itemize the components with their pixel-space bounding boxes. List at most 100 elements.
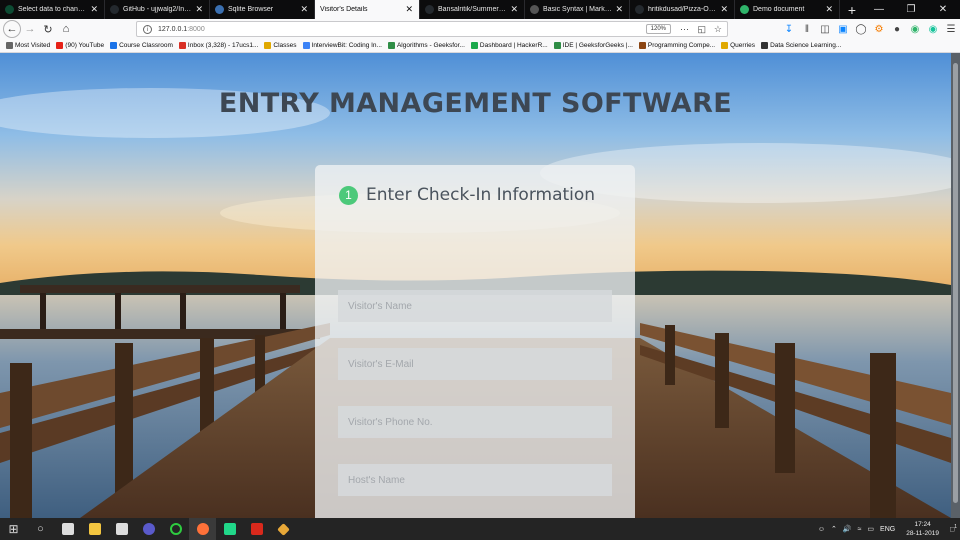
- gfg-icon: [553, 42, 561, 49]
- home-button[interactable]: ⌂: [57, 20, 75, 38]
- pocket-icon[interactable]: ◱: [697, 24, 706, 35]
- extension-icon[interactable]: ◉: [906, 24, 924, 35]
- bookmark-item[interactable]: Algorithms - Geeksfor...: [387, 42, 465, 49]
- tab-close-icon[interactable]: ✕: [300, 4, 308, 14]
- start-button[interactable]: ⊞: [0, 518, 27, 540]
- django-icon: [5, 5, 14, 14]
- clock[interactable]: 17:24 28-11-2019: [906, 520, 939, 538]
- tab-close-icon[interactable]: ✕: [720, 4, 728, 14]
- page-scrollbar[interactable]: [951, 53, 960, 518]
- volume-icon[interactable]: 🔊: [843, 525, 852, 533]
- people-icon[interactable]: ☺: [818, 526, 825, 533]
- sidebar-icon[interactable]: ◫: [816, 24, 834, 35]
- bookmark-item[interactable]: Querries: [721, 42, 755, 49]
- forward-button[interactable]: →: [21, 20, 39, 38]
- extension-icon[interactable]: ⚙: [870, 24, 888, 35]
- notification-center-icon[interactable]: □1: [950, 524, 957, 533]
- tab-label: Bansalritik/SummerGeeks: [438, 6, 508, 13]
- tab-strip: Select data to change | Djan✕GitHub - uj…: [0, 0, 960, 19]
- reload-button[interactable]: ↻: [39, 20, 57, 38]
- bookmark-label: Course Classroom: [119, 42, 173, 49]
- toolbar-icons: ↧ ‖ ◫ ▣ ◯ ⚙ ● ◉ ◉ ☰: [780, 19, 960, 39]
- file-explorer-icon[interactable]: [81, 518, 108, 540]
- clock-time: 17:24: [914, 521, 931, 528]
- bookmark-item[interactable]: InterviewBit: Coding In...: [302, 42, 382, 49]
- visitor-phone-input[interactable]: [338, 406, 612, 438]
- form-header: 1 Enter Check-In Information: [339, 185, 595, 205]
- tab-close-icon[interactable]: ✕: [615, 4, 623, 14]
- browser-tab[interactable]: Bansalritik/SummerGeeks✕: [420, 0, 525, 19]
- browser-tab[interactable]: Select data to change | Djan✕: [0, 0, 105, 19]
- zoom-level-button[interactable]: 120%: [645, 24, 671, 34]
- extension-icon[interactable]: ▣: [834, 24, 852, 35]
- minimize-button[interactable]: —: [864, 0, 894, 19]
- visitor-name-input[interactable]: [338, 290, 612, 322]
- bookmark-item[interactable]: IDE | GeeksforGeeks |...: [553, 42, 633, 49]
- new-tab-button[interactable]: +: [840, 0, 864, 19]
- bookmark-item[interactable]: Dashboard | HackerR...: [470, 42, 548, 49]
- mail-icon[interactable]: [54, 518, 81, 540]
- extension-icon[interactable]: ◯: [852, 24, 870, 35]
- window-close-button[interactable]: ✕: [928, 0, 958, 19]
- url-text[interactable]: 127.0.0.1:8000: [158, 26, 205, 33]
- app-icon[interactable]: [135, 518, 162, 540]
- back-button[interactable]: ←: [3, 20, 21, 38]
- github-icon: [110, 5, 119, 14]
- tab-close-icon[interactable]: ✕: [510, 4, 518, 14]
- browser-tab[interactable]: GitHub - ujjwalg2/Innova ✕: [105, 0, 210, 19]
- library-icon[interactable]: ‖: [798, 24, 816, 35]
- acrobat-icon[interactable]: [243, 518, 270, 540]
- bookmark-item[interactable]: Inbox (3,328) - 17ucs1...: [178, 42, 259, 49]
- bookmark-item[interactable]: Programming Compe...: [638, 42, 715, 49]
- app-icon[interactable]: [162, 518, 189, 540]
- search-icon[interactable]: ○: [27, 518, 54, 540]
- clock-date: 28-11-2019: [906, 530, 939, 537]
- store-icon[interactable]: [108, 518, 135, 540]
- visitor-email-input[interactable]: [338, 348, 612, 380]
- system-tray: ☺ ⌃ 🔊 ≈ ▭ ENG 17:24 28-11-2019 □1: [815, 518, 960, 540]
- browser-tab[interactable]: Visitor's Details ✕: [315, 0, 420, 19]
- pycharm-icon[interactable]: [216, 518, 243, 540]
- wifi-icon[interactable]: ≈: [858, 526, 862, 533]
- bookmark-label: Most Visited: [15, 42, 51, 49]
- tab-close-icon[interactable]: ✕: [405, 4, 413, 14]
- page-actions-icon[interactable]: ⋯: [680, 24, 689, 35]
- browser-tab[interactable]: hritikdusad/Pizza-Order ✕: [630, 0, 735, 19]
- bookmark-item[interactable]: Data Science Learning...: [761, 42, 841, 49]
- battery-icon[interactable]: ▭: [867, 525, 874, 533]
- language-indicator[interactable]: ENG: [880, 526, 895, 533]
- tab-label: Sqlite Browser: [228, 6, 274, 13]
- bookmark-item[interactable]: (90) YouTube: [56, 42, 104, 49]
- site-info-icon[interactable]: i: [143, 24, 152, 34]
- bookmark-label: Querries: [730, 42, 756, 49]
- bookmarks-toolbar: Most Visited (90) YouTube Course Classroom…: [0, 39, 960, 53]
- menu-icon[interactable]: ☰: [942, 24, 960, 35]
- download-icon[interactable]: ↧: [780, 24, 798, 35]
- account-icon[interactable]: ●: [888, 24, 906, 35]
- folder-icon: [264, 42, 272, 49]
- bookmark-item[interactable]: Most Visited: [6, 42, 50, 49]
- host-name-input[interactable]: [338, 464, 612, 496]
- markdown-icon: [530, 5, 539, 14]
- grammarly-icon[interactable]: ◉: [924, 24, 942, 35]
- scrollbar-thumb[interactable]: [953, 63, 958, 503]
- tab-close-icon[interactable]: ✕: [195, 4, 203, 14]
- firefox-icon[interactable]: [189, 518, 216, 540]
- browser-tab[interactable]: Basic Syntax | Markdown✕: [525, 0, 630, 19]
- tab-label: hritikdusad/Pizza-Order: [648, 6, 718, 13]
- chevron-up-icon[interactable]: ⌃: [831, 525, 837, 533]
- github-icon: [635, 5, 644, 14]
- address-bar[interactable]: i 127.0.0.1:8000 120% ⋯ ◱ ☆: [136, 21, 728, 37]
- gmail-icon: [178, 42, 186, 49]
- app-icon[interactable]: [270, 518, 297, 540]
- browser-tab[interactable]: Demo document ✕: [735, 0, 840, 19]
- tab-close-icon[interactable]: ✕: [825, 4, 833, 14]
- bookmark-item[interactable]: Course Classroom: [110, 42, 173, 49]
- bookmark-label: Inbox (3,328) - 17ucs1...: [187, 42, 259, 49]
- maximize-button[interactable]: ❐: [896, 0, 926, 19]
- page-viewport: ENTRY MANAGEMENT SOFTWARE 1 Enter Check-…: [0, 53, 951, 518]
- tab-close-icon[interactable]: ✕: [90, 4, 98, 14]
- browser-tab[interactable]: Sqlite Browser ✕: [210, 0, 315, 19]
- bookmark-star-icon[interactable]: ☆: [714, 24, 722, 35]
- bookmark-item[interactable]: Classes: [264, 42, 297, 49]
